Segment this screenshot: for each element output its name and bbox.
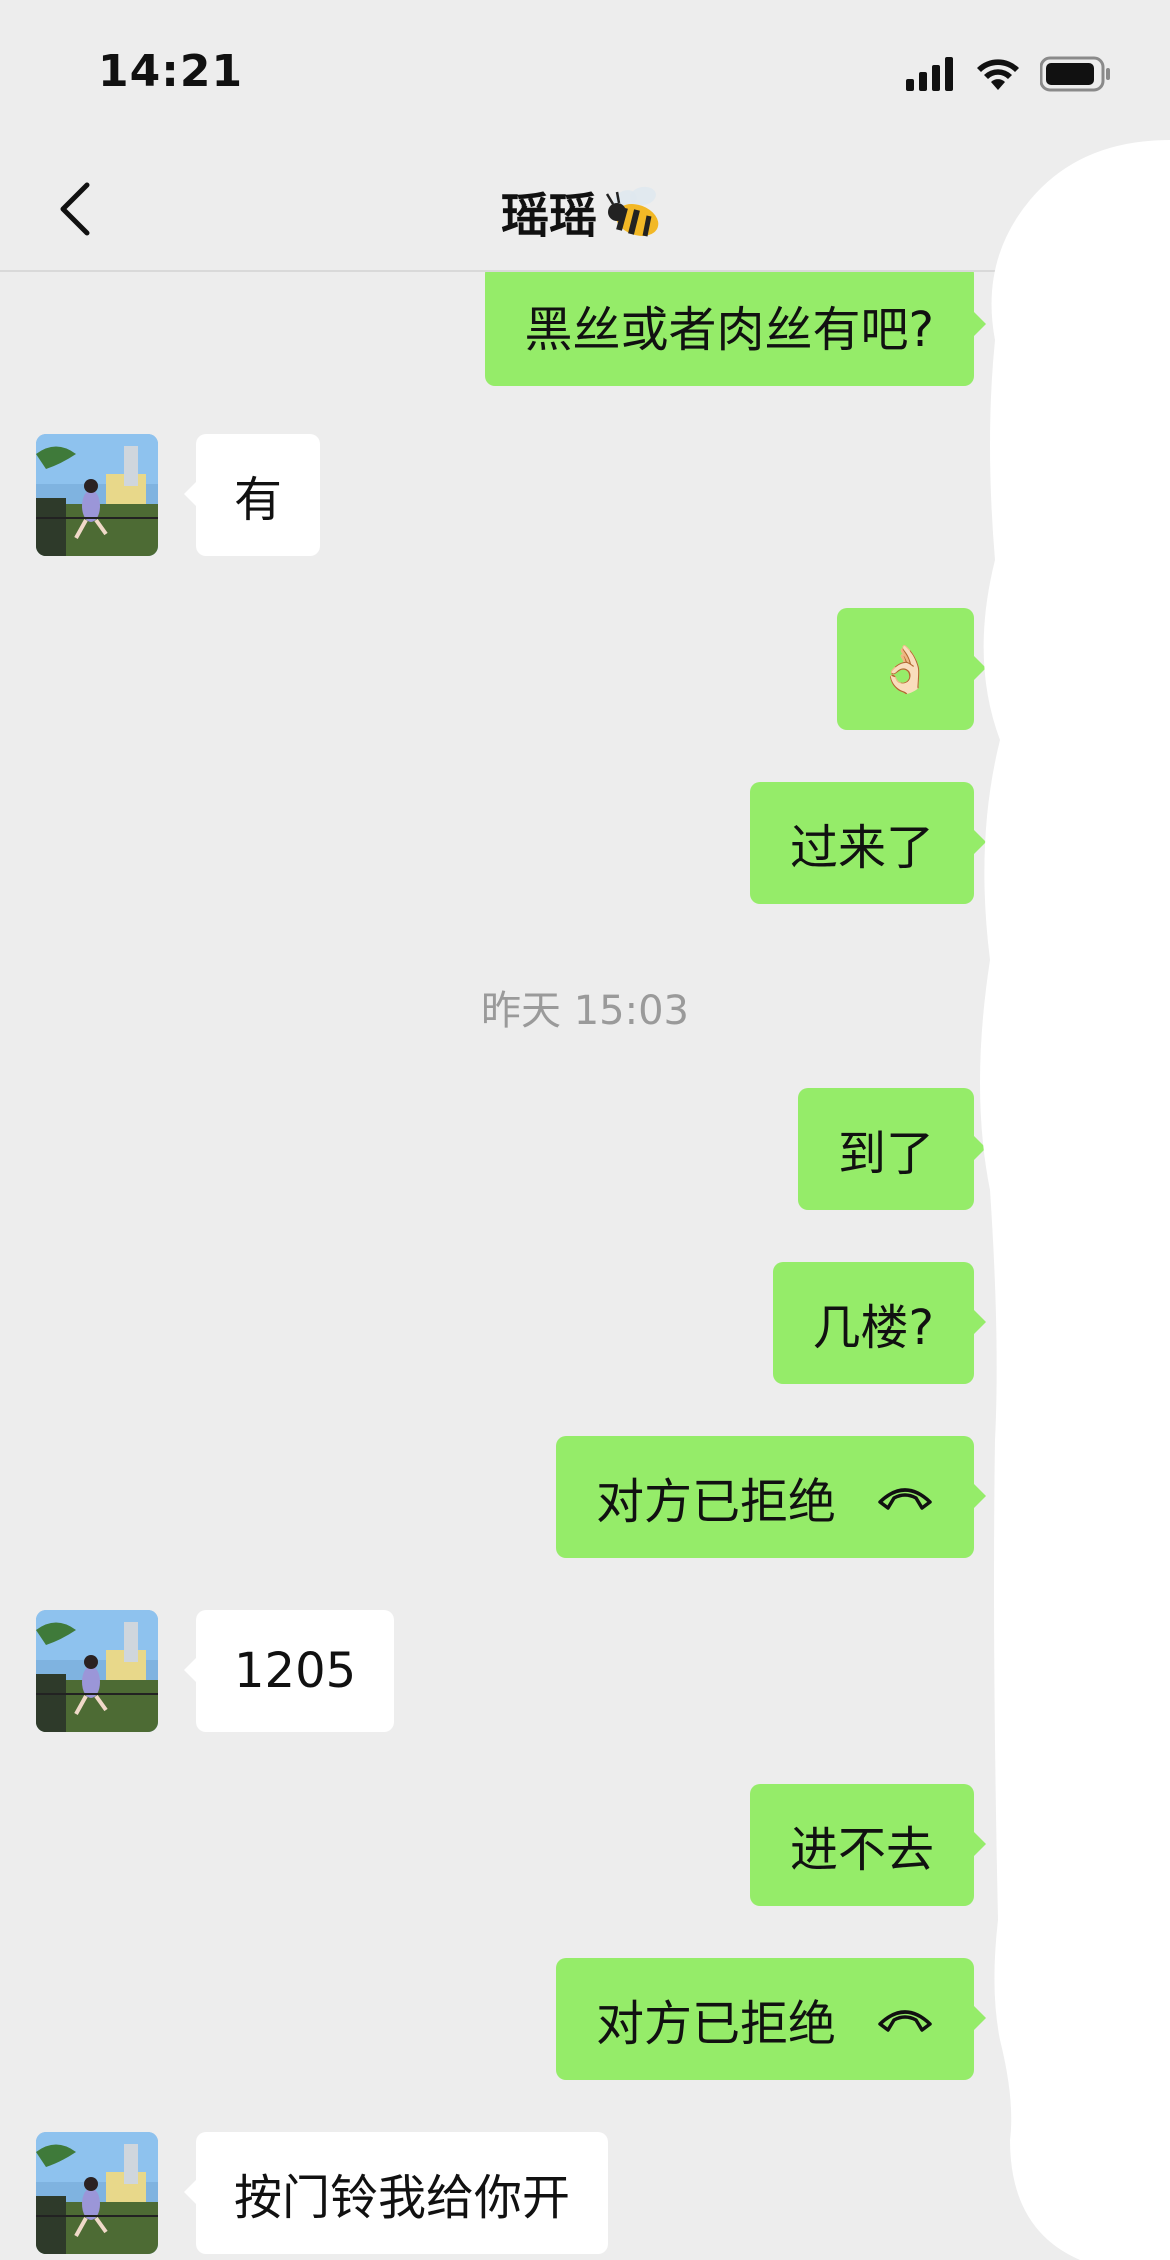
message-text: 几楼? — [812, 1300, 934, 1356]
bee-icon — [603, 180, 669, 258]
call-record-message[interactable]: 对方已拒绝 — [555, 1436, 987, 1558]
incoming-message[interactable]: 有 — [183, 434, 321, 556]
outgoing-message[interactable]: 进不去 — [749, 1784, 987, 1906]
message-text: 到了 — [837, 1126, 934, 1182]
outgoing-message[interactable]: 到了 — [797, 1088, 987, 1210]
message-text: 按门铃我给你开 — [234, 2170, 571, 2226]
message-text: 有 — [234, 472, 283, 528]
battery-icon — [1039, 56, 1112, 96]
message-text: 对方已拒绝 — [595, 1996, 836, 2052]
outgoing-message[interactable]: 黑丝或者肉丝有吧? — [484, 272, 987, 386]
status-time: 14:21 — [98, 46, 244, 97]
contact-avatar[interactable] — [36, 1610, 158, 1732]
phone-hangup-icon — [876, 1482, 934, 1512]
chat-message-list[interactable]: 黑丝或者肉丝有吧? 有 👌🏻 过来了 昨天 15:03 到了 几楼? 对方已拒绝… — [0, 272, 1170, 2260]
chat-title[interactable]: 瑶瑶 — [0, 176, 1170, 258]
phone-hangup-icon — [876, 2004, 934, 2034]
message-text: 进不去 — [789, 1822, 934, 1878]
message-text: 过来了 — [789, 820, 934, 876]
message-text: 对方已拒绝 — [595, 1474, 836, 1530]
outgoing-message[interactable]: 过来了 — [749, 782, 987, 904]
wifi-icon — [974, 56, 1022, 96]
status-icons — [906, 56, 1112, 96]
call-record-message[interactable]: 对方已拒绝 — [555, 1958, 987, 2080]
contact-avatar[interactable] — [36, 434, 158, 556]
outgoing-message[interactable]: 几楼? — [772, 1262, 987, 1384]
contact-name: 瑶瑶 — [500, 188, 597, 244]
outgoing-message[interactable]: 👌🏻 — [836, 608, 987, 730]
incoming-message[interactable]: 按门铃我给你开 — [183, 2132, 609, 2254]
incoming-message[interactable]: 1205 — [183, 1610, 395, 1732]
status-bar: 14:21 — [0, 0, 1170, 150]
message-timestamp: 昨天 15:03 — [481, 988, 689, 1034]
contact-avatar[interactable] — [36, 2132, 158, 2254]
message-text: 黑丝或者肉丝有吧? — [524, 302, 934, 358]
message-text: 1205 — [234, 1643, 357, 1699]
signal-icon — [906, 57, 956, 95]
nav-bar: 瑶瑶 — [0, 150, 1170, 272]
ok-hand-emoji: 👌🏻 — [876, 641, 934, 696]
